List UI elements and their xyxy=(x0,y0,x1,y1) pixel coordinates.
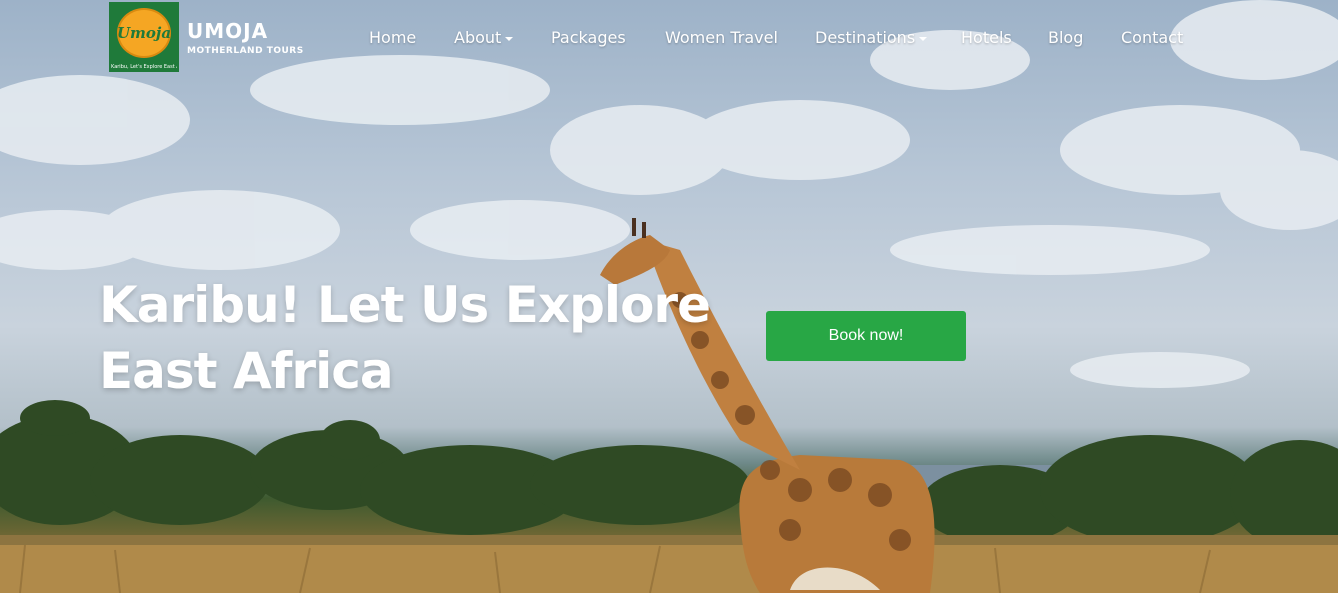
hero-headline: Karibu! Let Us Explore East Africa xyxy=(99,272,739,404)
nav-packages-label: Packages xyxy=(551,28,626,47)
brand-logo[interactable]: Umoja Karibu, Let's Explore East Africa xyxy=(109,2,179,72)
logo-tagline: Karibu, Let's Explore East Africa xyxy=(111,64,177,70)
nav-home[interactable]: Home xyxy=(369,28,416,47)
nav-women-travel-label: Women Travel xyxy=(665,28,778,47)
nav-about-label: About xyxy=(454,28,502,47)
nav-contact-label: Contact xyxy=(1121,28,1184,47)
logo-emblem: Umoja xyxy=(117,8,171,58)
brand-subtitle: MOTHERLAND TOURS xyxy=(187,46,304,56)
chevron-down-icon xyxy=(505,36,514,41)
nav-destinations-label: Destinations xyxy=(815,28,916,47)
nav-contact[interactable]: Contact xyxy=(1121,28,1183,47)
navbar: Umoja Karibu, Let's Explore East Africa … xyxy=(0,0,1338,75)
hero-section: Umoja Karibu, Let's Explore East Africa … xyxy=(0,0,1338,593)
nav-home-label: Home xyxy=(369,28,417,47)
logo-text: Umoja xyxy=(116,24,172,42)
hero-headline-line2: East Africa xyxy=(99,342,394,400)
nav-blog[interactable]: Blog xyxy=(1048,28,1083,47)
nav-women-travel[interactable]: Women Travel xyxy=(665,28,778,47)
nav-destinations[interactable]: Destinations xyxy=(815,28,928,47)
book-now-button[interactable]: Book now! xyxy=(766,311,966,361)
hero-headline-line1: Karibu! Let Us Explore xyxy=(99,276,711,334)
nav-about[interactable]: About xyxy=(454,28,514,47)
nav-hotels-label: Hotels xyxy=(961,28,1012,47)
nav-hotels[interactable]: Hotels xyxy=(961,28,1012,47)
chevron-down-icon xyxy=(919,36,928,41)
nav-packages[interactable]: Packages xyxy=(551,28,626,47)
nav-blog-label: Blog xyxy=(1048,28,1084,47)
brand-name[interactable]: UMOJA xyxy=(187,19,268,43)
